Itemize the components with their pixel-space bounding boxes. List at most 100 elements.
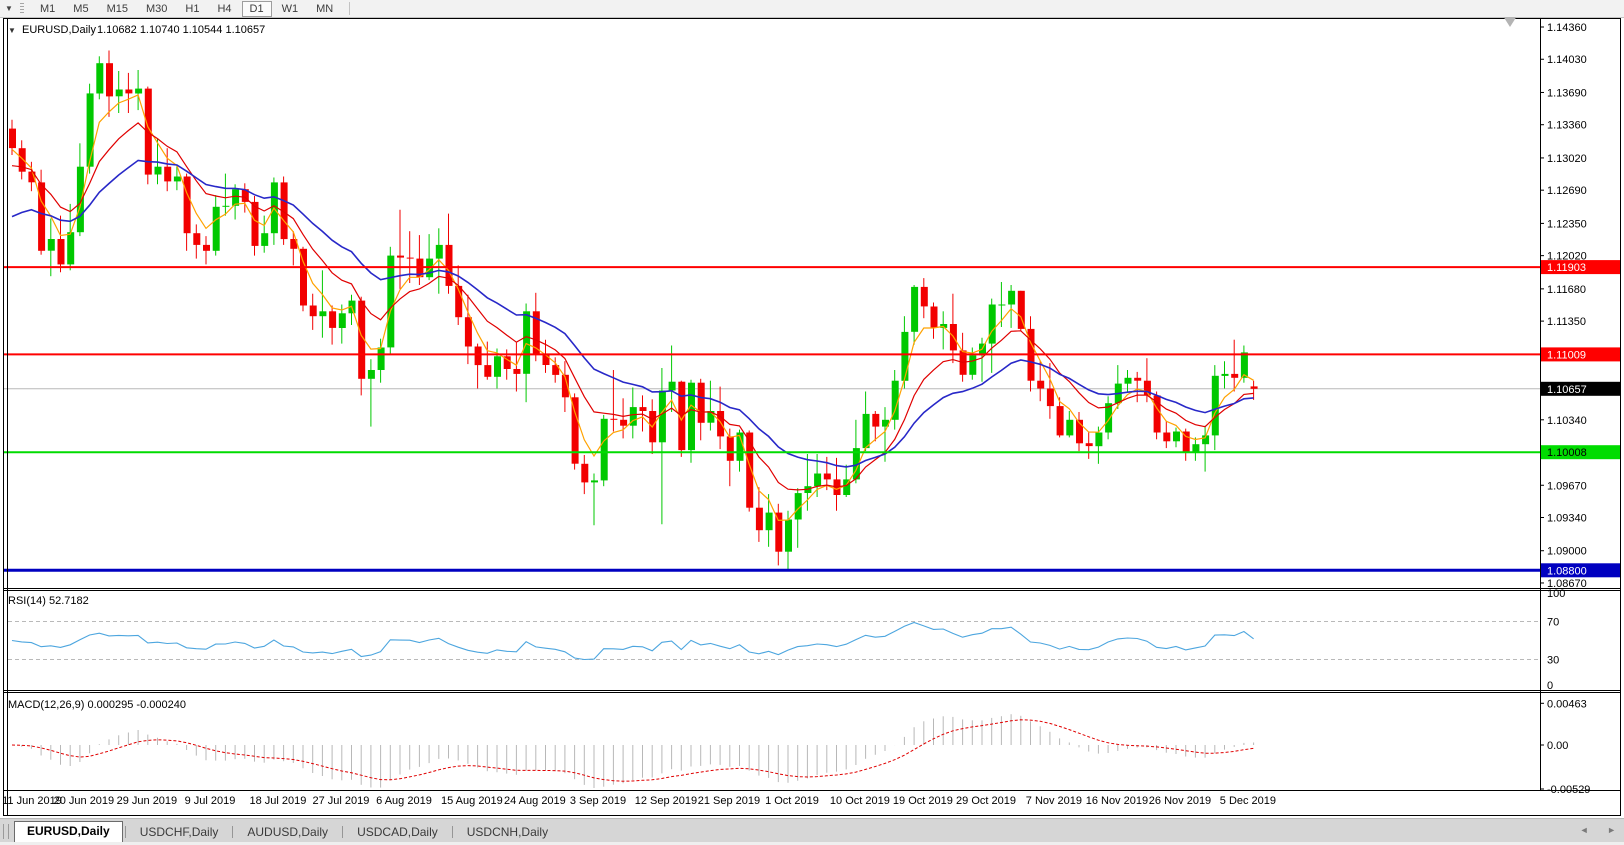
candle-down	[125, 90, 132, 94]
candle-up	[339, 313, 346, 328]
price-badge-label: 1.08800	[1547, 565, 1587, 577]
candle-down	[465, 317, 472, 346]
timeframe-button-m5[interactable]: M5	[65, 1, 96, 17]
tab-separator	[342, 826, 343, 838]
price-badge-label: 1.10008	[1547, 447, 1587, 459]
candle-down	[775, 513, 782, 552]
price-badge-label: 1.11009	[1547, 349, 1586, 361]
candle-up	[96, 63, 103, 93]
candles-layer	[9, 51, 1258, 572]
timeframe-button-w1[interactable]: W1	[274, 1, 307, 17]
chart-shift-marker[interactable]	[1503, 17, 1517, 27]
tab-audusd-daily[interactable]: AUDUSD,Daily	[235, 823, 340, 843]
date-label: 16 Nov 2019	[1086, 795, 1148, 807]
date-label: 7 Nov 2019	[1026, 795, 1082, 807]
timeframes-toolbar: ▼ M1M5M15M30H1H4D1W1MN	[0, 0, 1624, 18]
candle-down	[640, 407, 647, 411]
candle-up	[688, 383, 695, 450]
tabs-scroll-right-icon[interactable]: ►	[1607, 825, 1616, 835]
candle-down	[184, 177, 191, 234]
chart-symbol-label: EURUSD,Daily	[22, 24, 96, 36]
date-label: 9 Jul 2019	[185, 795, 236, 807]
price-tick-label: 1.09000	[1547, 546, 1587, 558]
candle-down	[397, 256, 404, 258]
candle-up	[378, 348, 385, 371]
candle-down	[610, 419, 617, 420]
candle-up	[591, 480, 598, 482]
candle-down	[872, 414, 879, 427]
candle-up	[232, 189, 239, 206]
price-tick-label: 1.09340	[1547, 513, 1587, 525]
candle-up	[135, 89, 142, 94]
date-label: 24 Aug 2019	[504, 795, 566, 807]
rsi-line	[12, 623, 1254, 660]
date-label: 3 Sep 2019	[570, 795, 626, 807]
candle-down	[164, 167, 171, 182]
tabbar-grip[interactable]	[3, 824, 9, 839]
chart-list-dropdown-icon[interactable]: ▼	[0, 4, 18, 13]
mt4-window: { "toolbar": { "dropdown_icon": "▼", "ti…	[0, 0, 1624, 845]
tab-eurusd-daily[interactable]: EURUSD,Daily	[14, 821, 123, 843]
toolbar-drag-grip[interactable]	[20, 3, 24, 14]
timeframe-button-d1[interactable]: D1	[242, 1, 272, 17]
timeframe-button-m15[interactable]: M15	[99, 1, 136, 17]
candle-up	[494, 356, 501, 377]
chart-context-dropdown-icon[interactable]: ▼	[8, 26, 16, 35]
date-label: 21 Sep 2019	[698, 795, 760, 807]
candle-down	[1086, 443, 1093, 446]
price-tick-label: 1.11680	[1547, 284, 1586, 296]
macd-tick-label: 0.00	[1547, 740, 1568, 752]
ma-line-4	[12, 95, 1254, 521]
date-label: 29 Jun 2019	[117, 795, 178, 807]
candle-down	[746, 433, 753, 508]
price-badge-label: 1.11903	[1547, 262, 1586, 274]
candle-up	[213, 207, 220, 251]
macd-tick-label: 0.00463	[1547, 698, 1587, 710]
candle-down	[193, 233, 200, 245]
candle-down	[572, 397, 579, 463]
moving-averages-layer	[12, 95, 1254, 521]
tab-usdcad-daily[interactable]: USDCAD,Daily	[345, 823, 450, 843]
tab-separator	[452, 826, 453, 838]
tab-usdcnh-daily[interactable]: USDCNH,Daily	[455, 823, 560, 843]
candle-down	[484, 365, 491, 377]
candle-down	[329, 311, 336, 328]
price-tick-label: 1.09670	[1547, 480, 1587, 492]
date-label: 12 Sep 2019	[635, 795, 697, 807]
candle-up	[77, 167, 84, 233]
candle-up	[766, 513, 773, 531]
candle-down	[475, 347, 482, 366]
candle-down	[931, 307, 938, 329]
timeframe-button-m30[interactable]: M30	[138, 1, 175, 17]
candle-up	[1066, 420, 1073, 436]
date-axis-layer[interactable]: 11 Jun 201920 Jun 201929 Jun 20199 Jul 2…	[2, 795, 1276, 807]
macd-label: MACD(12,26,9) 0.000295 -0.000240	[8, 699, 186, 711]
timeframe-button-h4[interactable]: H4	[209, 1, 239, 17]
date-label: 5 Dec 2019	[1220, 795, 1276, 807]
date-label: 29 Oct 2019	[956, 795, 1016, 807]
candle-up	[222, 206, 229, 207]
date-label: 10 Oct 2019	[830, 795, 890, 807]
timeframe-button-h1[interactable]: H1	[177, 1, 207, 17]
tabs-scroll-arrows: ◄ ►	[1564, 825, 1616, 835]
candle-down	[1163, 433, 1170, 442]
tabs-scroll-left-icon[interactable]: ◄	[1580, 825, 1589, 835]
timeframe-button-m1[interactable]: M1	[32, 1, 63, 17]
candle-down	[824, 474, 831, 480]
chart-window-border	[4, 19, 1621, 816]
candle-down	[1134, 378, 1141, 381]
timeframe-button-mn[interactable]: MN	[308, 1, 341, 17]
candle-down	[1057, 406, 1064, 435]
macd-tick-label: -0.00529	[1547, 784, 1590, 796]
tab-usdchf-daily[interactable]: USDCHF,Daily	[128, 823, 231, 843]
chart-window[interactable]: ▼ EURUSD,Daily 1.10682 1.10740 1.10544 1…	[0, 17, 1624, 818]
price-axis-layer[interactable]: 1.143601.140301.136901.133601.130201.126…	[1540, 22, 1620, 590]
date-label: 26 Nov 2019	[1149, 795, 1211, 807]
candle-down	[203, 245, 210, 251]
tab-separator	[125, 826, 126, 838]
price-tick-label: 1.10340	[1547, 415, 1587, 427]
candle-down	[727, 436, 734, 460]
candle-up	[174, 177, 181, 182]
chart-ohlc-values: 1.10682 1.10740 1.10544 1.10657	[97, 24, 265, 36]
candle-up	[48, 239, 55, 251]
